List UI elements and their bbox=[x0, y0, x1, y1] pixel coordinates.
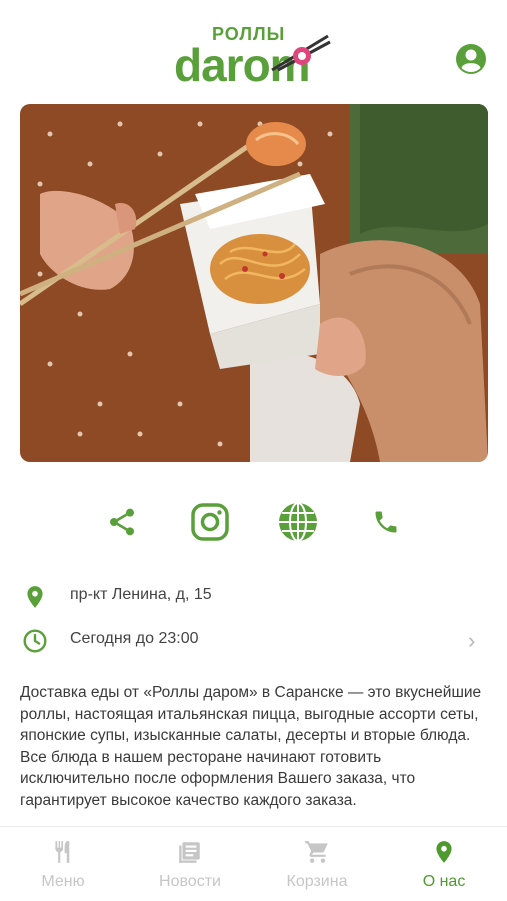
clock-icon bbox=[23, 629, 47, 653]
tab-menu[interactable]: Меню bbox=[0, 827, 126, 901]
location-pin-icon bbox=[27, 586, 43, 608]
tab-menu-label: Меню bbox=[41, 873, 85, 890]
share-icon bbox=[110, 508, 134, 536]
tab-cart[interactable]: Корзина bbox=[254, 827, 380, 901]
call-button[interactable] bbox=[362, 496, 410, 548]
food-photo-illustration bbox=[20, 104, 488, 462]
fork-knife-icon bbox=[55, 841, 70, 863]
location-pin-icon bbox=[436, 841, 452, 863]
address-text: пр-кт Ленина, д, 15 bbox=[70, 586, 212, 603]
brand-logo: РОЛЛЫ darom bbox=[172, 24, 336, 94]
news-icon bbox=[179, 842, 200, 863]
tab-cart-label: Корзина bbox=[286, 873, 348, 890]
bottom-tab-bar: Меню Новости Корзина О нас bbox=[0, 826, 507, 901]
hours-text: Сегодня до 23:00 bbox=[70, 630, 199, 647]
address-row[interactable]: пр-кт Ленина, д, 15 bbox=[0, 576, 507, 616]
instagram-icon bbox=[191, 503, 229, 541]
tab-about-label: О нас bbox=[422, 873, 466, 890]
hours-row[interactable]: Сегодня до 23:00 › bbox=[0, 620, 507, 660]
share-button[interactable] bbox=[98, 496, 146, 548]
chevron-right-icon: › bbox=[468, 628, 476, 653]
tab-about[interactable]: О нас bbox=[381, 827, 507, 901]
tab-news-label: Новости bbox=[159, 873, 221, 890]
hero-image bbox=[20, 104, 488, 462]
cart-icon bbox=[305, 841, 328, 863]
website-button[interactable] bbox=[274, 496, 322, 548]
user-icon bbox=[461, 49, 481, 73]
tab-news[interactable]: Новости bbox=[127, 827, 253, 901]
header: РОЛЛЫ darom bbox=[0, 0, 507, 100]
profile-button[interactable] bbox=[456, 44, 486, 74]
restaurant-description: Доставка еды от «Роллы даром» в Саранске… bbox=[20, 684, 482, 809]
action-bar bbox=[0, 496, 507, 552]
chopsticks-logo-icon bbox=[271, 34, 331, 72]
phone-icon bbox=[375, 511, 397, 533]
instagram-button[interactable] bbox=[186, 496, 234, 548]
globe-icon bbox=[279, 502, 317, 542]
